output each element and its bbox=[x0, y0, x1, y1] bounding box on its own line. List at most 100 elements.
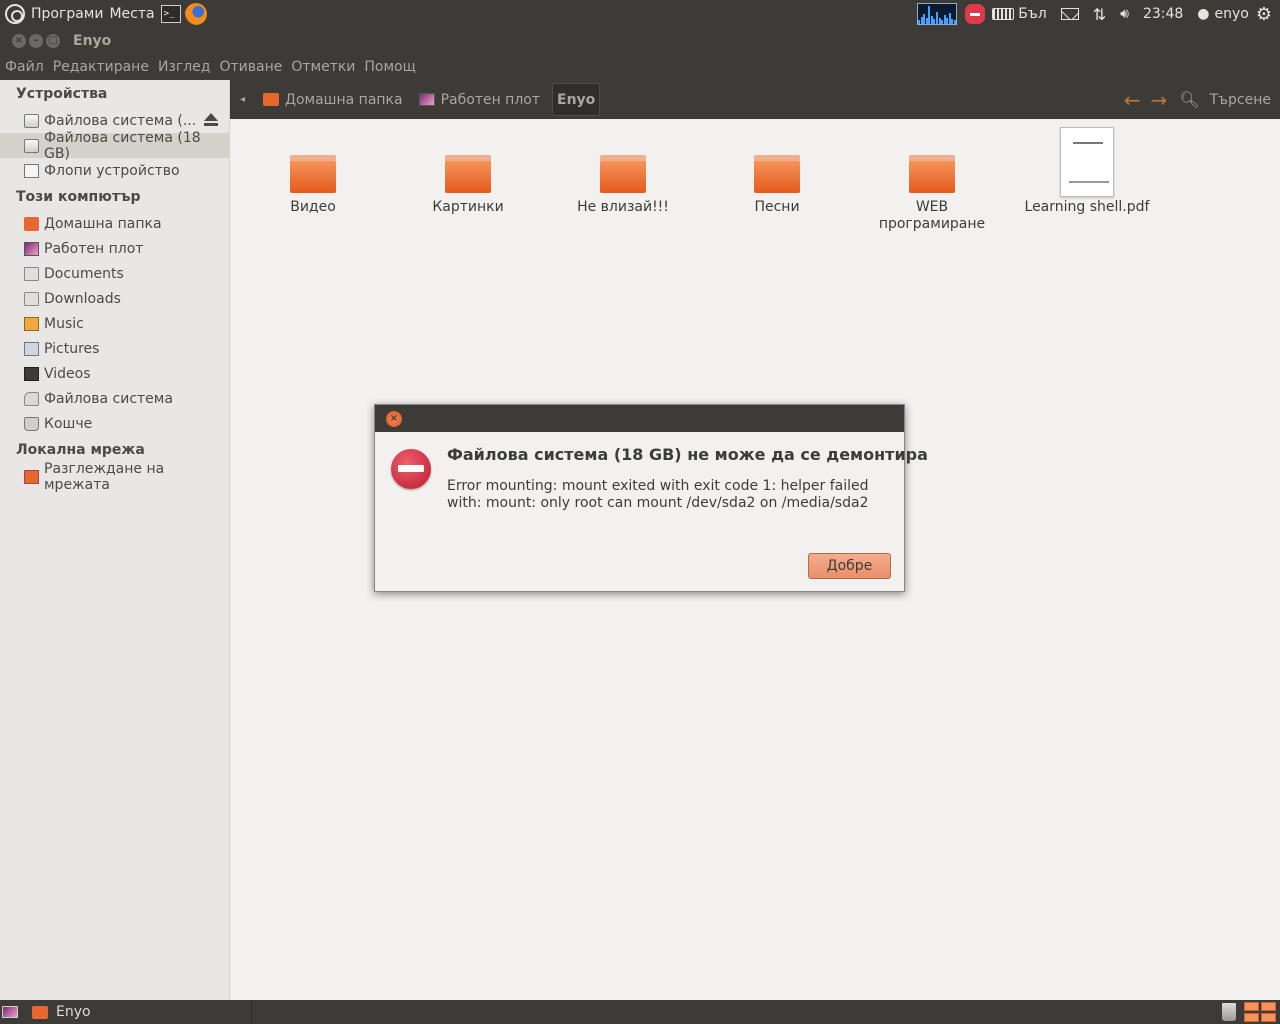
window-title: Enyo bbox=[73, 33, 112, 49]
breadcrumb-home[interactable]: Домашна папка bbox=[263, 92, 403, 108]
keyboard-icon bbox=[992, 8, 1015, 20]
back-arrow-icon[interactable]: ← bbox=[1124, 88, 1141, 112]
show-desktop-icon[interactable] bbox=[2, 1006, 18, 1018]
file-name: Песни bbox=[754, 199, 800, 215]
sidebar-item-music[interactable]: Music bbox=[0, 311, 229, 336]
sidebar-item-browse-network[interactable]: Разглеждане на мрежата bbox=[0, 461, 229, 493]
terminal-launcher-icon[interactable]: >_ bbox=[160, 5, 181, 23]
path-scroll-left-icon[interactable]: ◂ bbox=[240, 94, 245, 105]
folder-icon bbox=[600, 155, 646, 193]
ubuntu-logo-icon[interactable] bbox=[5, 4, 25, 24]
window-minimize-icon[interactable]: – bbox=[29, 34, 43, 48]
top-panel: Програми Места >_ Бъл ⇅ 🔊︎ 23:48 ● enyo … bbox=[0, 0, 1280, 28]
sidebar-item-floppy[interactable]: Флопи устройство bbox=[0, 158, 229, 183]
session-indicator-icon[interactable] bbox=[965, 4, 986, 24]
folder-icon bbox=[24, 291, 39, 306]
sidebar-item-label: Pictures bbox=[44, 340, 100, 357]
file-item-folder[interactable]: Песни bbox=[712, 119, 842, 216]
filesystem-icon bbox=[24, 391, 39, 406]
forward-arrow-icon[interactable]: → bbox=[1151, 88, 1168, 112]
sidebar-item-label: Videos bbox=[44, 365, 91, 382]
sidebar-item-home[interactable]: Домашна папка bbox=[0, 211, 229, 236]
sidebar-item-desktop[interactable]: Работен плот bbox=[0, 236, 229, 261]
sidebar-item-label: Music bbox=[44, 315, 84, 332]
sidebar-item-downloads[interactable]: Downloads bbox=[0, 286, 229, 311]
sidebar-item-filesystem-18gb[interactable]: Файлова система (18 GB) bbox=[0, 130, 229, 162]
menu-bookmarks[interactable]: Отметки bbox=[291, 59, 355, 75]
search-button[interactable]: Търсене bbox=[1210, 92, 1271, 108]
sidebar-item-label: Файлова система (18 GB) bbox=[44, 129, 201, 162]
keyboard-indicator[interactable]: Бъл bbox=[992, 6, 1047, 22]
file-item-pdf[interactable]: Learning shell.pdf bbox=[1017, 119, 1157, 216]
workspace-4[interactable] bbox=[1261, 1013, 1276, 1022]
desktop-icon bbox=[418, 93, 435, 106]
folder-icon bbox=[754, 155, 800, 193]
eject-icon[interactable] bbox=[203, 112, 219, 128]
dialog-close-icon[interactable]: × bbox=[386, 411, 402, 427]
folder-icon bbox=[24, 266, 39, 281]
file-item-folder[interactable]: Не влизай!!! bbox=[558, 119, 688, 216]
network-icon bbox=[24, 469, 39, 484]
keyboard-layout-label: Бъл bbox=[1018, 6, 1047, 22]
sidebar-header-devices: Устройства bbox=[16, 86, 108, 102]
workspace-2[interactable] bbox=[1261, 1002, 1276, 1011]
workspace-3[interactable] bbox=[1244, 1013, 1259, 1022]
drive-icon bbox=[24, 113, 39, 128]
sidebar-item-label: Файлова система bbox=[44, 390, 173, 407]
menu-help[interactable]: Помощ bbox=[364, 59, 415, 75]
sidebar-item-label: Кошче bbox=[44, 415, 93, 432]
sidebar-item-videos[interactable]: Videos bbox=[0, 361, 229, 386]
places-menu[interactable]: Места bbox=[109, 6, 154, 22]
taskbar-window-button[interactable]: Enyo bbox=[32, 1000, 252, 1024]
menu-edit[interactable]: Редактиране bbox=[53, 59, 149, 75]
sidebar-item-documents[interactable]: Documents bbox=[0, 261, 229, 286]
floppy-icon bbox=[24, 163, 39, 178]
window-close-icon[interactable]: × bbox=[12, 34, 26, 48]
sidebar-item-pictures[interactable]: Pictures bbox=[0, 336, 229, 361]
mail-icon[interactable] bbox=[1060, 8, 1079, 20]
file-name: Видео bbox=[290, 199, 336, 215]
clock[interactable]: 23:48 bbox=[1143, 6, 1183, 22]
dialog-title-bar[interactable]: × bbox=[375, 405, 904, 432]
music-icon bbox=[24, 316, 39, 331]
file-item-folder[interactable]: Видео bbox=[248, 119, 378, 216]
sidebar-item-trash[interactable]: Кошче bbox=[0, 411, 229, 436]
ok-button[interactable]: Добре bbox=[808, 553, 891, 579]
window-title-bar[interactable]: × – □ Enyo bbox=[0, 28, 1280, 54]
volume-icon[interactable]: 🔊︎ bbox=[1120, 6, 1129, 22]
menu-view[interactable]: Изглед bbox=[158, 59, 211, 75]
sidebar-item-filesystem[interactable]: Файлова система bbox=[0, 386, 229, 411]
file-item-folder[interactable]: Картинки bbox=[403, 119, 533, 216]
file-name: Не влизай!!! bbox=[577, 199, 669, 215]
sidebar-header-computer: Този компютър bbox=[16, 189, 141, 205]
session-gear-icon[interactable]: ⚙ bbox=[1256, 4, 1272, 25]
network-icon[interactable]: ⇅ bbox=[1093, 5, 1106, 24]
videos-icon bbox=[24, 366, 39, 381]
breadcrumb-label: Enyo bbox=[557, 91, 596, 108]
file-item-folder[interactable]: WEB програмиране bbox=[867, 119, 997, 233]
folder-icon bbox=[290, 155, 336, 193]
breadcrumb-current[interactable]: Enyo bbox=[552, 83, 601, 116]
bottom-panel: Enyo bbox=[0, 1000, 1280, 1024]
file-name: WEB програмиране bbox=[878, 199, 986, 232]
workspace-switcher[interactable] bbox=[1244, 1002, 1276, 1022]
file-name: Картинки bbox=[432, 199, 504, 215]
menu-go[interactable]: Отиване bbox=[219, 59, 282, 75]
search-icon[interactable]: 🔍︎ bbox=[1179, 90, 1199, 109]
sidebar-item-label: Documents bbox=[44, 265, 124, 282]
firefox-launcher-icon[interactable] bbox=[184, 3, 207, 25]
taskbar-window-label: Enyo bbox=[56, 1004, 91, 1020]
user-icon: ● bbox=[1197, 6, 1210, 22]
window-maximize-icon[interactable]: □ bbox=[46, 34, 60, 48]
applications-menu[interactable]: Програми bbox=[31, 6, 103, 22]
error-dialog: × Файлова система (18 GB) не може да се … bbox=[374, 404, 928, 592]
error-stop-icon bbox=[391, 449, 431, 489]
breadcrumb-desktop[interactable]: Работен плот bbox=[418, 92, 540, 108]
user-menu[interactable]: ● enyo bbox=[1197, 6, 1249, 22]
workspace-1[interactable] bbox=[1244, 1002, 1259, 1011]
menu-file[interactable]: Файл bbox=[5, 59, 44, 75]
trash-applet-icon[interactable] bbox=[1222, 1003, 1236, 1021]
folder-icon bbox=[445, 155, 491, 193]
system-monitor-graph[interactable] bbox=[917, 3, 958, 25]
home-icon bbox=[24, 216, 39, 231]
